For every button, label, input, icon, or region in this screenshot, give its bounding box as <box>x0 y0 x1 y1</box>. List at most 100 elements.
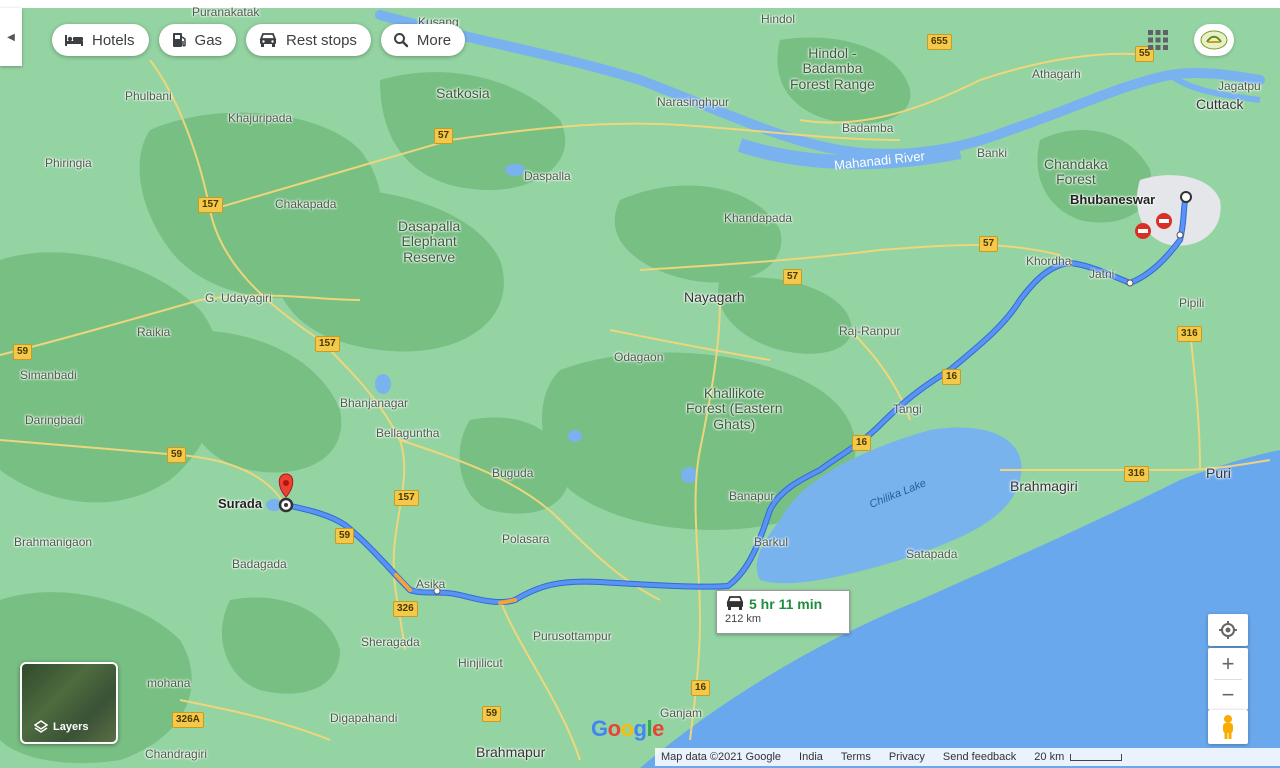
scale-bar[interactable]: 20 km <box>1034 751 1123 763</box>
place-label: Banki <box>977 146 1008 160</box>
highway-shield: 16 <box>691 680 711 696</box>
highway-shield: 16 <box>852 435 872 451</box>
highway-shield: 326A <box>172 712 204 728</box>
category-chips: Hotels Gas Rest stops More <box>52 24 466 56</box>
forest-label: Khallikote Forest (Eastern Ghats) <box>686 385 783 432</box>
highway-shield: 59 <box>482 706 502 722</box>
route-summary-box[interactable]: 5 hr 11 min 212 km <box>716 590 850 634</box>
zoom-control: + − <box>1208 648 1248 710</box>
place-label: Daringbadi <box>25 413 84 427</box>
place-label: Badamba <box>842 121 894 135</box>
scale-label: 20 km <box>1034 751 1065 763</box>
chip-label: Gas <box>194 31 223 49</box>
car-icon <box>259 33 277 47</box>
place-label: Tangi <box>893 402 922 416</box>
apps-grid-icon[interactable] <box>1146 28 1170 52</box>
search-icon <box>393 33 409 48</box>
route-distance: 212 km <box>725 613 762 625</box>
account-avatar[interactable] <box>1194 24 1234 56</box>
map-base <box>0 0 1280 768</box>
place-label: Jagatpu <box>1218 79 1261 93</box>
place-label: Puranakatak <box>192 5 260 19</box>
city-label: Nayagarh <box>684 289 745 305</box>
place-label: Khordha <box>1026 254 1072 268</box>
place-label: Simanbadi <box>20 368 77 382</box>
highway-shield: 316 <box>1124 466 1149 482</box>
place-label: Chakapada <box>275 197 337 211</box>
map-footer: Map data ©2021 Google India Terms Privac… <box>655 748 1280 766</box>
gas-chip[interactable]: Gas <box>158 24 237 56</box>
my-location-button[interactable] <box>1208 614 1248 646</box>
car-icon <box>726 596 744 610</box>
street-view-button[interactable] <box>1208 710 1248 744</box>
place-label: Polasara <box>502 532 550 546</box>
place-label: Khandapada <box>724 211 793 225</box>
highway-shield: 316 <box>1177 326 1202 342</box>
collapse-panel-button[interactable]: ◀ <box>0 8 22 66</box>
place-label: Jatni <box>1089 267 1115 281</box>
city-label: Brahmagiri <box>1010 478 1078 494</box>
chip-label: More <box>416 31 452 49</box>
crosshair-icon <box>1219 621 1237 639</box>
place-label: Raj-Ranpur <box>839 324 901 338</box>
gas-pump-icon <box>172 33 186 47</box>
highway-shield: 16 <box>942 369 962 385</box>
highway-shield: 59 <box>335 528 355 544</box>
layers-icon <box>34 720 48 733</box>
highway-shield: 59 <box>13 344 33 360</box>
place-label: Hinjilicut <box>458 656 503 670</box>
zoom-in-button[interactable]: + <box>1208 648 1248 679</box>
hotels-chip[interactable]: Hotels <box>52 24 149 56</box>
route-duration: 5 hr 11 min <box>749 596 823 612</box>
city-label: Puri <box>1206 465 1231 481</box>
highway-shield: 57 <box>979 236 999 252</box>
highway-shield: 157 <box>394 490 419 506</box>
place-label: Phulbani <box>125 89 172 103</box>
layers-label: Layers <box>53 721 89 733</box>
place-label: Khajuripada <box>228 111 293 125</box>
highway-shield: 57 <box>783 269 803 285</box>
place-label: Raikia <box>137 325 171 339</box>
country-link[interactable]: India <box>799 751 823 763</box>
highway-shield: 655 <box>927 34 952 50</box>
highway-shield: 57 <box>434 128 454 144</box>
forest-label: Dasapalla Elephant Reserve <box>398 218 461 265</box>
city-label: Brahmapur <box>476 744 546 760</box>
privacy-link[interactable]: Privacy <box>889 751 925 763</box>
place-label: Bellaguntha <box>376 426 440 440</box>
place-label: Ganjam <box>660 706 703 720</box>
place-label: Satapada <box>906 547 958 561</box>
origin-label[interactable]: Surada <box>218 496 262 511</box>
terms-link[interactable]: Terms <box>841 751 871 763</box>
highway-shield: 59 <box>167 447 187 463</box>
place-label: Odagaon <box>614 350 664 364</box>
layers-button[interactable]: Layers <box>20 662 118 744</box>
forest-label: Satkosia <box>436 85 490 101</box>
place-label: Phiringia <box>45 156 92 170</box>
send-feedback-link[interactable]: Send feedback <box>943 751 1016 763</box>
place-label: Hindol <box>761 12 796 26</box>
more-chip[interactable]: More <box>380 24 466 56</box>
highway-shield: 326 <box>393 601 418 617</box>
place-label: Pipili <box>1179 296 1205 310</box>
place-label: Sheragada <box>361 635 420 649</box>
place-label: Brahmanigaon <box>14 535 93 549</box>
map-canvas[interactable]: Puranakatak Kusang Hindol Hindol - Badam… <box>0 0 1280 768</box>
city-label: Cuttack <box>1196 96 1244 112</box>
chip-label: Hotels <box>92 31 135 49</box>
place-label: Purusottampur <box>533 629 612 643</box>
chevron-left-icon: ◀ <box>7 31 15 43</box>
plus-icon: + <box>1221 650 1235 676</box>
place-label: Narasinghpur <box>657 95 730 109</box>
profile-logo-icon <box>1200 30 1228 50</box>
destination-label[interactable]: Bhubaneswar <box>1070 192 1155 207</box>
place-label: Badagada <box>232 557 287 571</box>
place-label: Barkul <box>754 535 789 549</box>
place-label: mohana <box>147 676 191 690</box>
map-data-attribution: Map data ©2021 Google <box>661 751 782 763</box>
zoom-out-button[interactable]: − <box>1208 679 1248 710</box>
rest-stops-chip[interactable]: Rest stops <box>246 24 371 56</box>
place-label: Digapahandi <box>330 711 398 725</box>
place-label: Chandragiri <box>145 747 208 761</box>
highway-shield: 157 <box>198 197 223 213</box>
